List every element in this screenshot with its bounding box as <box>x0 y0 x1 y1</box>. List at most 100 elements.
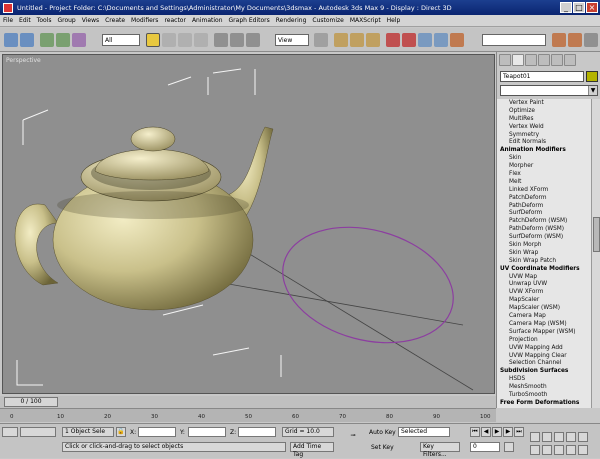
modifier-list-item[interactable]: Vertex Weld <box>497 123 591 131</box>
curve-editor-icon[interactable] <box>434 33 448 47</box>
render-scene-icon[interactable] <box>552 33 566 47</box>
menu-tools[interactable]: Tools <box>37 17 52 24</box>
zoom-extents-icon[interactable] <box>578 432 588 442</box>
move-icon[interactable] <box>214 33 228 47</box>
menu-views[interactable]: Views <box>82 17 99 24</box>
modifier-list-item[interactable]: UVW XForm <box>497 288 591 296</box>
modifier-list-item[interactable]: Melt <box>497 178 591 186</box>
modifier-list-item[interactable]: Vertex Paint <box>497 99 591 107</box>
modifier-list-item[interactable]: MapScaler <box>497 296 591 304</box>
key-mode-dropdown[interactable]: Selected <box>398 427 450 437</box>
play-icon[interactable]: ▶ <box>492 427 502 437</box>
window-crossing-icon[interactable] <box>194 33 208 47</box>
x-coordinate-field[interactable] <box>138 427 176 437</box>
modifier-list-item[interactable]: Flex <box>497 170 591 178</box>
time-slider[interactable]: 0 / 100 <box>0 396 496 408</box>
menu-edit[interactable]: Edit <box>19 17 31 24</box>
maxscript-mini-listener[interactable] <box>20 427 56 437</box>
motion-tab-icon[interactable] <box>538 54 550 66</box>
object-name-field[interactable]: Teapot01 <box>500 71 584 82</box>
modifier-list-item[interactable]: MeshSmooth <box>497 383 591 391</box>
key-filters-button[interactable]: Key Filters... <box>420 442 460 458</box>
zoom-all-icon[interactable] <box>530 445 540 455</box>
named-selection-dropdown[interactable] <box>482 34 546 46</box>
pan-view-icon[interactable] <box>530 432 540 442</box>
render-type-icon[interactable] <box>584 33 598 47</box>
z-coordinate-field[interactable] <box>238 427 276 437</box>
y-coordinate-field[interactable] <box>188 427 226 437</box>
orbit-icon[interactable] <box>554 432 564 442</box>
menu-group[interactable]: Group <box>57 17 75 24</box>
modifier-list-item[interactable]: Projection <box>497 336 591 344</box>
menu-animation[interactable]: Animation <box>192 17 223 24</box>
modifier-list-item[interactable]: Morpher <box>497 162 591 170</box>
snap-toggle-icon[interactable] <box>334 33 348 47</box>
go-to-start-icon[interactable]: ⏮ <box>470 427 480 437</box>
auto-key-button[interactable]: Auto Key <box>369 429 396 436</box>
modifier-list-item[interactable]: SurfDeform (WSM) <box>497 233 591 241</box>
quick-render-icon[interactable] <box>568 33 582 47</box>
material-editor-icon[interactable] <box>450 33 464 47</box>
menu-file[interactable]: File <box>3 17 13 24</box>
teapot-object[interactable] <box>14 126 274 311</box>
modifier-list-item[interactable]: Skin Morph <box>497 241 591 249</box>
walkthrough-icon[interactable] <box>566 445 576 455</box>
modifier-list-item[interactable]: HSDS <box>497 375 591 383</box>
rotate-icon[interactable] <box>230 33 244 47</box>
modify-tab-icon[interactable] <box>512 54 524 66</box>
next-frame-icon[interactable]: ▶ <box>503 427 513 437</box>
zoom-region-icon[interactable] <box>542 445 552 455</box>
menu-create[interactable]: Create <box>105 17 125 24</box>
modifier-list-item[interactable]: TurboSmooth <box>497 391 591 399</box>
modifier-list-item[interactable]: Optimize <box>497 107 591 115</box>
modifier-list-item[interactable]: SurfDeform <box>497 209 591 217</box>
modifier-list-item[interactable]: Skin Wrap Patch <box>497 257 591 265</box>
previous-frame-icon[interactable]: ◀ <box>481 427 491 437</box>
select-object-icon[interactable] <box>146 33 160 47</box>
lock-icon[interactable]: 🔒 <box>116 427 126 437</box>
menu-modifiers[interactable]: Modifiers <box>131 17 158 24</box>
selection-filter-dropdown[interactable]: All <box>102 34 140 46</box>
select-by-name-icon[interactable] <box>162 33 176 47</box>
menu-rendering[interactable]: Rendering <box>276 17 307 24</box>
current-frame-field[interactable]: 0 <box>470 442 500 452</box>
reference-coordinate-dropdown[interactable]: View <box>275 34 309 46</box>
time-config-icon[interactable] <box>504 442 514 452</box>
modifier-list-item[interactable]: UVW Map <box>497 273 591 281</box>
menu-maxscript[interactable]: MAXScript <box>350 17 381 24</box>
time-slider-thumb[interactable]: 0 / 100 <box>4 397 58 407</box>
menu-help[interactable]: Help <box>387 17 401 24</box>
pivot-center-icon[interactable] <box>314 33 328 47</box>
modifier-list-item[interactable]: UVW Mapping Clear <box>497 352 591 360</box>
field-of-view-icon[interactable] <box>566 432 576 442</box>
percent-snap-icon[interactable] <box>366 33 380 47</box>
key-icon[interactable]: ⊸ <box>345 432 361 442</box>
modifier-list-item[interactable]: Selection Channel <box>497 359 591 367</box>
close-button[interactable]: × <box>586 2 598 13</box>
scrollbar-thumb[interactable] <box>593 217 600 252</box>
mirror-icon[interactable] <box>386 33 400 47</box>
modifier-list-item[interactable]: Unwrap UVW <box>497 280 591 288</box>
set-key-button[interactable]: Set Key <box>371 444 394 451</box>
maximize-viewport-icon[interactable] <box>578 445 588 455</box>
bind-space-warp-icon[interactable] <box>72 33 86 47</box>
menu-customize[interactable]: Customize <box>312 17 344 24</box>
maxscript-listener-icon[interactable] <box>2 427 18 437</box>
modifier-list-item[interactable]: Linked XForm <box>497 186 591 194</box>
modifier-list-item[interactable]: MultiRes <box>497 115 591 123</box>
utilities-tab-icon[interactable] <box>564 54 576 66</box>
modifier-list-item[interactable]: Edit Normals <box>497 138 591 146</box>
zoom-icon[interactable] <box>542 432 552 442</box>
modifier-list-item[interactable]: Skin <box>497 154 591 162</box>
modifier-list-item[interactable]: PathDeform (WSM) <box>497 225 591 233</box>
modifier-list-item[interactable]: PatchDeform <box>497 194 591 202</box>
add-time-tag-button[interactable]: Add Time Tag <box>290 442 334 458</box>
modifier-list-item[interactable]: Camera Map <box>497 312 591 320</box>
hierarchy-tab-icon[interactable] <box>525 54 537 66</box>
undo-icon[interactable] <box>4 33 18 47</box>
scale-icon[interactable] <box>246 33 260 47</box>
modifier-list-item[interactable]: Skin Wrap <box>497 249 591 257</box>
modifier-list-item[interactable]: UVW Mapping Add <box>497 344 591 352</box>
track-bar[interactable]: 0 10 20 30 40 50 60 70 80 90 100 <box>0 408 496 422</box>
layer-manager-icon[interactable] <box>418 33 432 47</box>
